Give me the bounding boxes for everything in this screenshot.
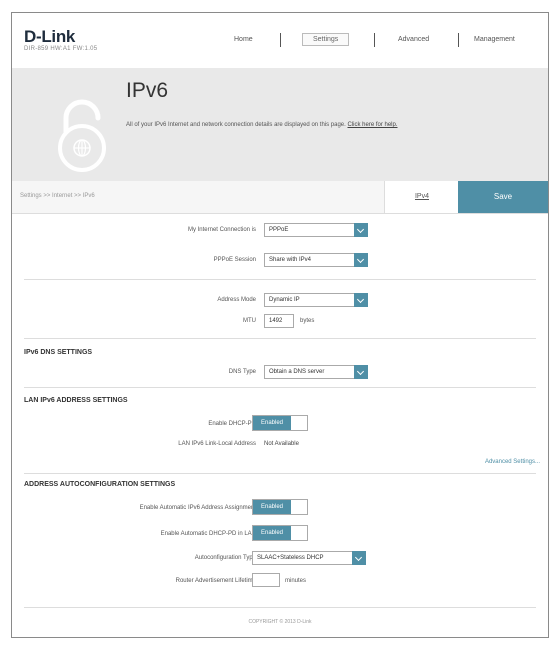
mtu-input[interactable]: 1492 (264, 314, 294, 328)
dns-type-label: DNS Type (228, 369, 256, 375)
lifetime-unit: minutes (285, 578, 307, 584)
dhcp-pd-label: Enable DHCP-PD (208, 421, 256, 427)
autoconf-type-value: SLAAC+Stateless DHCP (257, 555, 324, 561)
divider (24, 279, 536, 280)
brand-logo: D-Link (24, 27, 76, 46)
auto-pd-label: Enable Automatic DHCP-PD in LAN (160, 531, 256, 537)
divider (24, 338, 536, 339)
divider (24, 473, 536, 474)
auto-assign-toggle[interactable]: Enabled (252, 499, 308, 515)
pppoe-session-select[interactable]: Share with IPv4 (264, 253, 368, 267)
auto-assign-label: Enable Automatic IPv6 Address Assignment (139, 505, 256, 511)
nav-divider (280, 33, 281, 47)
device-info: DIR-859 HW:A1 FW:1.05 (24, 46, 98, 52)
dhcp-pd-toggle[interactable]: Enabled (252, 415, 308, 431)
nav-management[interactable]: Management (474, 36, 515, 43)
unlocked-globe-icon (58, 99, 106, 172)
lan-section-heading: LAN IPv6 ADDRESS SETTINGS (24, 397, 128, 404)
auto-assign-state: Enabled (253, 500, 291, 514)
page-description: All of your IPv6 Internet and network co… (126, 122, 398, 128)
address-mode-select[interactable]: Dynamic IP (264, 293, 368, 307)
connection-select[interactable]: PPPoE (264, 223, 368, 237)
chevron-down-icon (354, 365, 368, 379)
pppoe-session-value: Share with IPv4 (269, 257, 312, 263)
dns-type-value: Obtain a DNS server (269, 369, 325, 375)
pppoe-session-label: PPPoE Session (213, 257, 256, 263)
lifetime-input[interactable] (252, 573, 280, 587)
page-hero: IPv6 All of your IPv6 Internet and netwo… (12, 68, 548, 181)
breadcrumb: Settings >> Internet >> IPv6 (20, 193, 95, 199)
footer-copyright: COPYRIGHT © 2013 D-Link (248, 619, 312, 625)
chevron-down-icon (354, 293, 368, 307)
nav-home[interactable]: Home (234, 36, 253, 43)
autoconf-type-select[interactable]: SLAAC+Stateless DHCP (252, 551, 366, 565)
top-bar: D-Link DIR-859 HW:A1 FW:1.05 Home Settin… (12, 13, 548, 68)
nav-advanced[interactable]: Advanced (398, 36, 429, 43)
action-bar: Settings >> Internet >> IPv6 IPv4 Save (12, 181, 548, 214)
save-button[interactable]: Save (458, 181, 548, 213)
autoconf-type-label: Autoconfiguration Type (194, 555, 256, 561)
chevron-down-icon (354, 223, 368, 237)
nav-divider (458, 33, 459, 47)
divider (24, 387, 536, 388)
divider (24, 607, 536, 608)
advanced-settings-link[interactable]: Advanced Settings... (485, 459, 540, 465)
chevron-down-icon (352, 551, 366, 565)
auto-pd-state: Enabled (253, 526, 291, 540)
link-local-value: Not Available (264, 441, 299, 447)
address-mode-value: Dynamic IP (269, 297, 300, 303)
dhcp-pd-state: Enabled (253, 416, 291, 430)
lifetime-label: Router Advertisement Lifetime (175, 578, 256, 584)
nav-divider (374, 33, 375, 47)
mtu-unit: bytes (300, 318, 315, 324)
connection-value: PPPoE (269, 227, 289, 233)
description-text: All of your IPv6 Internet and network co… (126, 122, 346, 128)
ipv4-link[interactable]: IPv4 (384, 181, 459, 213)
link-local-label: LAN IPv6 Link-Local Address (178, 441, 256, 447)
dns-section-heading: IPv6 DNS SETTINGS (24, 349, 93, 356)
auto-pd-toggle[interactable]: Enabled (252, 525, 308, 541)
address-mode-label: Address Mode (217, 297, 256, 303)
mtu-label: MTU (243, 318, 256, 324)
connection-label: My Internet Connection is (187, 227, 256, 233)
autoconf-section-heading: ADDRESS AUTOCONFIGURATION SETTINGS (24, 481, 176, 488)
help-link[interactable]: Click here for help. (347, 122, 397, 128)
page-title: IPv6 (126, 79, 169, 102)
chevron-down-icon (354, 253, 368, 267)
nav-settings[interactable]: Settings (302, 33, 350, 46)
dns-type-select[interactable]: Obtain a DNS server (264, 365, 368, 379)
router-page: D-Link DIR-859 HW:A1 FW:1.05 Home Settin… (11, 12, 549, 638)
